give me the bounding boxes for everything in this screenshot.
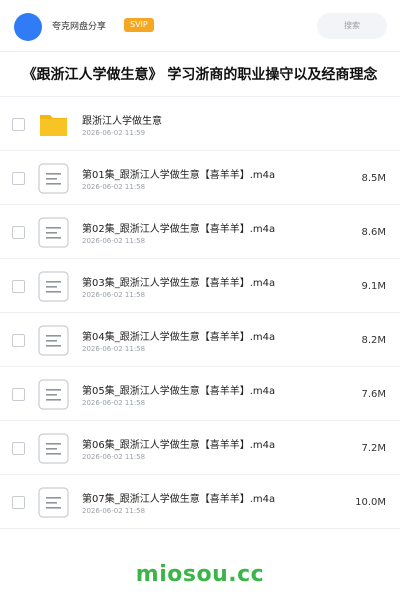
item-name[interactable]: 第07集_跟浙江人学做生意【喜羊羊】.m4a	[82, 490, 275, 505]
item-date: 2026-06-02 11:58	[82, 237, 146, 245]
row-checkbox[interactable]	[12, 442, 25, 455]
file-icon	[38, 163, 69, 194]
item-name[interactable]: 第03集_跟浙江人学做生意【喜羊羊】.m4a	[82, 274, 275, 289]
item-name[interactable]: 第02集_跟浙江人学做生意【喜羊羊】.m4a	[82, 220, 275, 235]
file-row[interactable]: 第03集_跟浙江人学做生意【喜羊羊】.m4a 2026-06-02 11:58 9.…	[0, 259, 400, 313]
item-date: 2026-06-02 11:58	[82, 453, 146, 461]
file-row[interactable]: 第06集_跟浙江人学做生意【喜羊羊】.m4a 2026-06-02 11:58 7.…	[0, 421, 400, 475]
row-checkbox[interactable]	[12, 226, 25, 239]
file-row[interactable]: 第01集_跟浙江人学做生意【喜羊羊】.m4a 2026-06-02 11:58 8.…	[0, 151, 400, 205]
file-row[interactable]: 第07集_跟浙江人学做生意【喜羊羊】.m4a 2026-06-02 11:58 10…	[0, 475, 400, 529]
row-checkbox[interactable]	[12, 334, 25, 347]
item-size: 7.6M	[361, 389, 386, 400]
item-name[interactable]: 第05集_跟浙江人学做生意【喜羊羊】.m4a	[82, 382, 275, 397]
file-row[interactable]: 第02集_跟浙江人学做生意【喜羊羊】.m4a 2026-06-02 11:58 8.…	[0, 205, 400, 259]
file-icon	[38, 217, 69, 248]
avatar[interactable]	[14, 13, 42, 41]
item-size: 7.2M	[361, 443, 386, 454]
file-icon	[38, 271, 69, 302]
item-name[interactable]: 跟浙江人学做生意	[82, 112, 162, 127]
row-checkbox[interactable]	[12, 118, 25, 131]
svip-badge: SVIP	[124, 18, 154, 32]
item-size: 8.6M	[361, 227, 386, 238]
item-size: 8.2M	[361, 335, 386, 346]
watermark: miosou.cc	[135, 562, 265, 587]
item-date: 2026-06-02 11:58	[82, 345, 146, 353]
app-name: 夸克网盘分享	[52, 22, 107, 32]
item-date: 2026-06-02 11:58	[82, 507, 146, 515]
file-icon	[38, 325, 69, 356]
file-icon	[38, 487, 69, 518]
page-title: 《跟浙江人学做生意》 学习浙商的职业操守以及经商理念	[22, 67, 378, 83]
item-name[interactable]: 第06集_跟浙江人学做生意【喜羊羊】.m4a	[82, 436, 275, 451]
file-row[interactable]: 第05集_跟浙江人学做生意【喜羊羊】.m4a 2026-06-02 11:58 7.…	[0, 367, 400, 421]
item-size: 9.1M	[361, 281, 386, 292]
item-name[interactable]: 第04集_跟浙江人学做生意【喜羊羊】.m4a	[82, 328, 275, 343]
file-list: 跟浙江人学做生意 2026-06-02 11:59 第01集_跟浙江人学做生意【喜羊…	[0, 97, 400, 529]
item-date: 2026-06-02 11:58	[82, 399, 146, 407]
item-size: 10.0M	[355, 497, 386, 508]
file-icon	[38, 433, 69, 464]
row-checkbox[interactable]	[12, 388, 25, 401]
item-date: 2026-06-02 11:58	[82, 291, 146, 299]
row-checkbox[interactable]	[12, 280, 25, 293]
file-row[interactable]: 第04集_跟浙江人学做生意【喜羊羊】.m4a 2026-06-02 11:58 8.…	[0, 313, 400, 367]
item-date: 2026-06-02 11:59	[82, 129, 146, 137]
search-input[interactable]: 搜索	[317, 13, 387, 39]
item-size: 8.5M	[361, 173, 386, 184]
item-date: 2026-06-02 11:58	[82, 183, 146, 191]
row-checkbox[interactable]	[12, 496, 25, 509]
header-bar: 夸克网盘分享 SVIP 搜索	[0, 0, 400, 52]
item-name[interactable]: 第01集_跟浙江人学做生意【喜羊羊】.m4a	[82, 166, 275, 181]
folder-icon	[38, 109, 69, 140]
folder-row[interactable]: 跟浙江人学做生意 2026-06-02 11:59	[0, 97, 400, 151]
file-icon	[38, 379, 69, 410]
row-checkbox[interactable]	[12, 172, 25, 185]
